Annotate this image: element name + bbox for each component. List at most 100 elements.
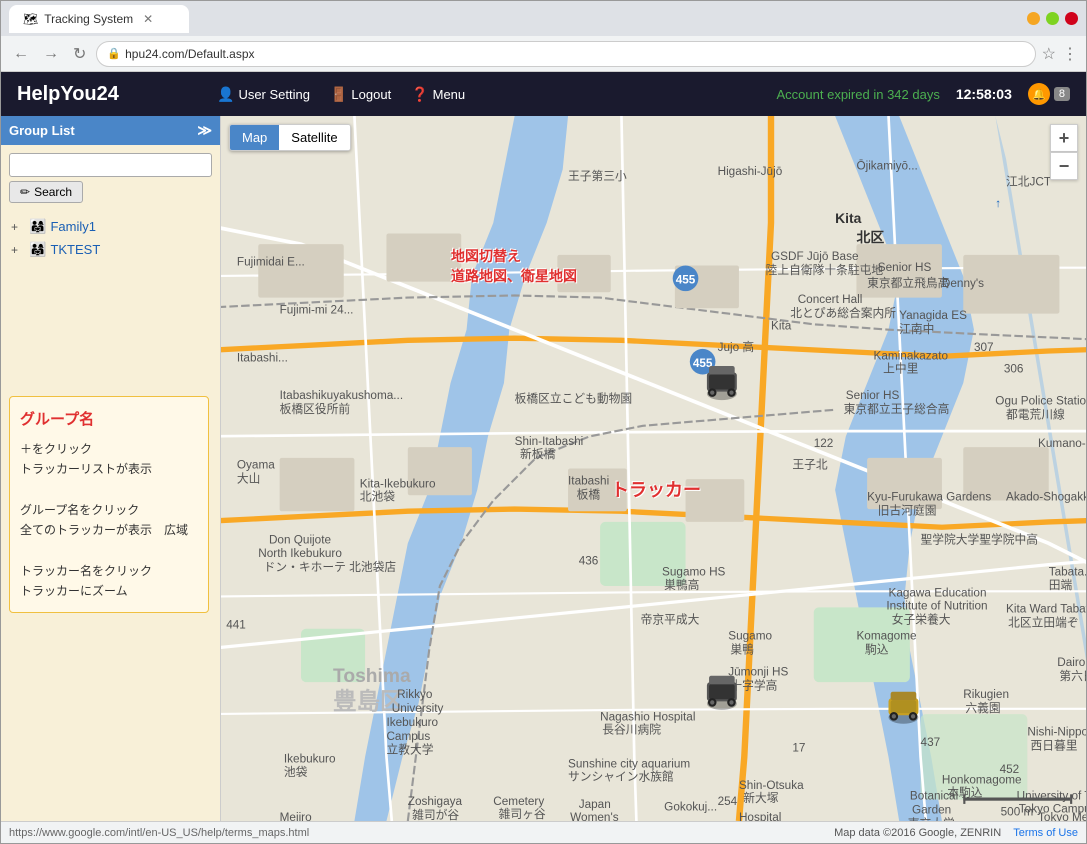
sidebar-search: ✏ Search	[1, 145, 220, 211]
svg-text:Tabata...: Tabata...	[1049, 565, 1086, 578]
annotation-group-title: グループ名	[20, 407, 198, 433]
minimize-button[interactable]	[1027, 12, 1040, 25]
map-svg: Fujimidai E... 王子第三小 Higashi-Jūjō Ōjikam…	[221, 116, 1086, 821]
maximize-button[interactable]	[1046, 12, 1059, 25]
svg-text:254: 254	[718, 795, 738, 808]
svg-text:Kyu-Furukawa Gardens: Kyu-Furukawa Gardens	[867, 491, 991, 504]
group-item-family1[interactable]: + 👨‍👩‍👧 Family1	[9, 215, 212, 238]
svg-text:Mejiro: Mejiro	[280, 811, 312, 821]
zoom-out-button[interactable]: −	[1050, 152, 1078, 180]
svg-text:Shin-Otsuka: Shin-Otsuka	[739, 779, 804, 792]
svg-text:江南中: 江南中	[899, 322, 934, 336]
expand-icon-2: +	[11, 243, 25, 257]
search-button[interactable]: ✏ Search	[9, 181, 83, 203]
tab-close-button[interactable]: ✕	[143, 12, 153, 26]
status-url: https://www.google.com/intl/en-US_US/hel…	[9, 827, 309, 839]
menu-label: Menu	[433, 87, 466, 102]
svg-text:↑: ↑	[995, 197, 1001, 210]
svg-text:Women's: Women's	[570, 811, 619, 821]
address-bar[interactable]: 🔒 hpu24.com/Default.aspx	[96, 41, 1035, 67]
notification-badge[interactable]: 🔔	[1028, 83, 1050, 105]
logout-button[interactable]: 🚪 Logout	[330, 86, 391, 103]
bookmark-button[interactable]: ☆	[1042, 44, 1056, 64]
forward-button[interactable]: →	[39, 43, 63, 65]
svg-text:陸上自衛隊十条駐屯地: 陸上自衛隊十条駐屯地	[766, 263, 884, 277]
svg-text:Kita: Kita	[835, 210, 861, 226]
svg-text:巣鴨: 巣鴨	[730, 642, 754, 656]
svg-text:Oyama: Oyama	[237, 459, 275, 472]
expand-icon: +	[11, 220, 25, 234]
svg-text:旧古河庭園: 旧古河庭園	[878, 503, 937, 517]
svg-text:Ikebukuro: Ikebukuro	[386, 716, 438, 729]
time-display: 12:58:03	[956, 86, 1012, 102]
back-button[interactable]: ←	[9, 43, 33, 65]
browser-tab[interactable]: 🗺 Tracking System ✕	[9, 5, 189, 33]
svg-text:Don Quijote: Don Quijote	[269, 533, 332, 546]
svg-text:立教大学: 立教大学	[386, 743, 433, 757]
svg-text:441: 441	[226, 619, 246, 632]
svg-text:Jujo 高: Jujo 高	[718, 340, 755, 354]
svg-text:Akado-Shogakko-Mae: Akado-Shogakko-Mae	[1006, 491, 1086, 504]
svg-text:Institute of Nutrition: Institute of Nutrition	[886, 600, 987, 613]
svg-text:雑司ヶ谷: 雑司ヶ谷	[499, 807, 546, 821]
annotation-desc1: ＋をクリック	[20, 439, 198, 459]
user-setting-button[interactable]: 👤 User Setting	[217, 86, 310, 103]
map-type-controls: Map Satellite	[229, 124, 351, 151]
help-icon: ❓	[411, 86, 428, 103]
app-logo: HelpYou24	[17, 83, 217, 106]
svg-text:Sugamo: Sugamo	[728, 629, 772, 642]
browser-titlebar: 🗺 Tracking System ✕	[1, 1, 1086, 36]
svg-text:ドン・キホーテ 北池袋店: ドン・キホーテ 北池袋店	[264, 560, 397, 574]
svg-text:Fujimidai E...: Fujimidai E...	[237, 256, 305, 269]
annotation-desc5: トラッカー名をクリック	[20, 561, 198, 581]
svg-text:女子栄養大: 女子栄養大	[892, 612, 951, 626]
tab-title: Tracking System	[44, 12, 133, 26]
svg-text:田端: 田端	[1049, 579, 1073, 592]
notification-area: 🔔 8	[1028, 83, 1070, 105]
svg-text:雑司が谷: 雑司が谷	[412, 808, 459, 821]
search-input[interactable]	[9, 153, 212, 177]
terms-link[interactable]: Terms of Use	[1013, 827, 1078, 839]
group-tktest-icon: 👨‍👩‍👧	[29, 241, 46, 258]
svg-text:North Ikebukuro: North Ikebukuro	[258, 547, 342, 560]
reload-button[interactable]: ↻	[69, 42, 90, 66]
svg-text:板橋区立こども動物園: 板橋区立こども動物園	[515, 391, 633, 405]
close-button[interactable]	[1065, 12, 1078, 25]
svg-text:Kagawa Education: Kagawa Education	[889, 587, 987, 600]
menu-button[interactable]: ❓ Menu	[411, 86, 465, 103]
svg-text:大山: 大山	[237, 471, 261, 485]
svg-text:Zoshigaya: Zoshigaya	[408, 795, 463, 808]
svg-text:板橋: 板橋	[577, 487, 601, 501]
svg-text:Rikugien: Rikugien	[963, 688, 1009, 701]
svg-text:板橋区役所前: 板橋区役所前	[280, 402, 351, 416]
map-button[interactable]: Map	[230, 125, 279, 150]
annotation-desc4: 全てのトラッカーが表示 広域	[20, 520, 198, 540]
annotation-desc3: グループ名をクリック	[20, 500, 198, 520]
svg-text:Garden: Garden	[912, 804, 951, 817]
svg-text:王子北: 王子北	[792, 459, 827, 472]
satellite-button[interactable]: Satellite	[279, 125, 349, 150]
svg-text:都電荒川線: 都電荒川線	[1006, 407, 1065, 421]
svg-text:サンシャイン水族館: サンシャイン水族館	[568, 769, 674, 783]
event-count-badge: 8	[1054, 87, 1070, 101]
annotation-desc2: トラッカーリストが表示	[20, 459, 198, 479]
group-name-tktest: TKTEST	[50, 242, 100, 257]
svg-text:東京都立飛鳥高: 東京都立飛鳥高	[867, 276, 949, 290]
svg-text:十字学高: 十字学高	[730, 679, 777, 693]
svg-text:Rikkyo: Rikkyo	[397, 688, 433, 701]
sidebar: Group List ≫ ✏ Search + 👨‍👩‍👧 Family1	[1, 116, 221, 821]
group-item-tktest[interactable]: + 👨‍👩‍👧 TKTEST	[9, 238, 212, 261]
svg-text:上中里: 上中里	[883, 361, 918, 375]
sidebar-collapse-button[interactable]: ≫	[197, 122, 212, 139]
svg-text:帝京平成大: 帝京平成大	[641, 612, 700, 626]
svg-text:Hospital: Hospital	[739, 811, 781, 821]
app-container: HelpYou24 👤 User Setting 🚪 Logout ❓ Menu…	[1, 72, 1086, 843]
group-name-family1: Family1	[50, 219, 96, 234]
zoom-in-button[interactable]: +	[1050, 124, 1078, 152]
browser-menu-button[interactable]: ⋮	[1062, 44, 1078, 64]
svg-text:第六日暮里: 第六日暮里	[1059, 669, 1086, 683]
svg-text:306: 306	[1004, 362, 1024, 375]
svg-text:Itabashi: Itabashi	[568, 475, 609, 488]
browser-toolbar: ← → ↻ 🔒 hpu24.com/Default.aspx ☆ ⋮	[1, 36, 1086, 72]
map-area[interactable]: Map Satellite + −	[221, 116, 1086, 821]
